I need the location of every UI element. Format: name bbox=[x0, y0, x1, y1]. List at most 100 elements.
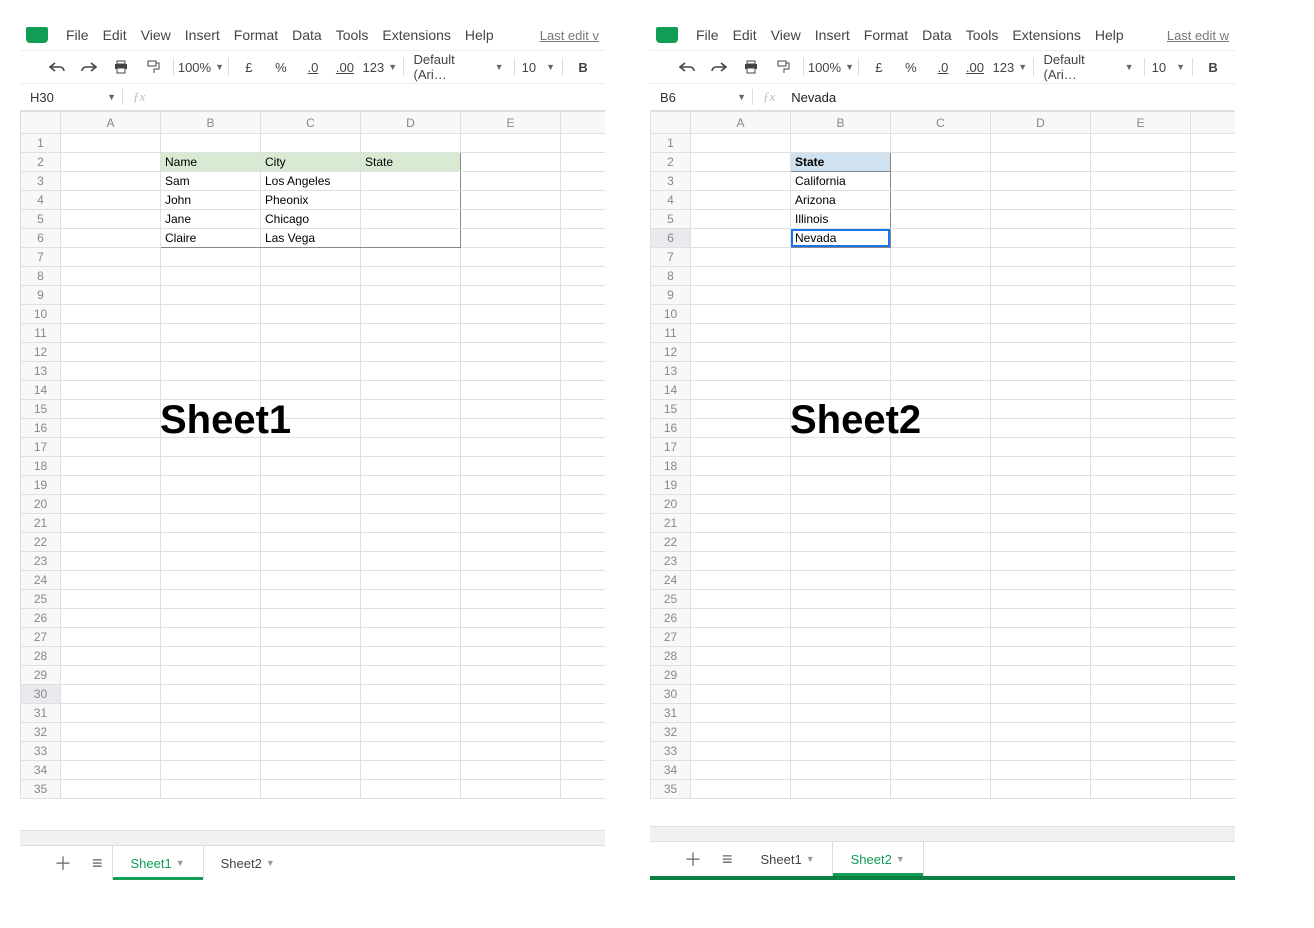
cell-B8[interactable] bbox=[791, 267, 891, 286]
cell-E21[interactable] bbox=[461, 514, 561, 533]
cell-D16[interactable] bbox=[361, 419, 461, 438]
increase-decimal-button[interactable]: .00 bbox=[959, 55, 991, 79]
row-header-15[interactable]: 15 bbox=[21, 400, 61, 419]
cell-E15[interactable] bbox=[461, 400, 561, 419]
cell-C7[interactable] bbox=[261, 248, 361, 267]
cell-B17[interactable] bbox=[161, 438, 261, 457]
cell-D27[interactable] bbox=[361, 628, 461, 647]
cell-extra-34[interactable] bbox=[1191, 761, 1236, 780]
cell-D22[interactable] bbox=[991, 533, 1091, 552]
row-header-25[interactable]: 25 bbox=[21, 590, 61, 609]
menu-edit[interactable]: Edit bbox=[733, 27, 757, 43]
cell-extra-18[interactable] bbox=[561, 457, 606, 476]
cell-B31[interactable] bbox=[161, 704, 261, 723]
cell-D24[interactable] bbox=[991, 571, 1091, 590]
row-header-3[interactable]: 3 bbox=[21, 172, 61, 191]
row-header-32[interactable]: 32 bbox=[651, 723, 691, 742]
cell-B20[interactable] bbox=[791, 495, 891, 514]
cell-E23[interactable] bbox=[1091, 552, 1191, 571]
cell-C34[interactable] bbox=[891, 761, 991, 780]
cell-E14[interactable] bbox=[1091, 381, 1191, 400]
cell-extra-3[interactable] bbox=[1191, 172, 1236, 191]
cell-B22[interactable] bbox=[161, 533, 261, 552]
cell-A20[interactable] bbox=[691, 495, 791, 514]
cell-B28[interactable] bbox=[161, 647, 261, 666]
cell-A27[interactable] bbox=[691, 628, 791, 647]
cell-B14[interactable] bbox=[791, 381, 891, 400]
cell-A25[interactable] bbox=[691, 590, 791, 609]
cell-E33[interactable] bbox=[461, 742, 561, 761]
cell-E1[interactable] bbox=[1091, 134, 1191, 153]
cell-B35[interactable] bbox=[161, 780, 261, 799]
cell-B34[interactable] bbox=[161, 761, 261, 780]
cell-extra-18[interactable] bbox=[1191, 457, 1236, 476]
cell-B27[interactable] bbox=[791, 628, 891, 647]
cell-C11[interactable] bbox=[891, 324, 991, 343]
row-header-11[interactable]: 11 bbox=[21, 324, 61, 343]
row-header-14[interactable]: 14 bbox=[651, 381, 691, 400]
cell-A11[interactable] bbox=[691, 324, 791, 343]
cell-B3[interactable]: California bbox=[791, 172, 891, 191]
cell-extra-2[interactable] bbox=[1191, 153, 1236, 172]
row-header-27[interactable]: 27 bbox=[651, 628, 691, 647]
cell-extra-1[interactable] bbox=[1191, 134, 1236, 153]
zoom-selector[interactable]: 100%▼ bbox=[808, 55, 854, 79]
cell-extra-14[interactable] bbox=[1191, 381, 1236, 400]
row-header-23[interactable]: 23 bbox=[21, 552, 61, 571]
cell-D20[interactable] bbox=[991, 495, 1091, 514]
cell-C19[interactable] bbox=[261, 476, 361, 495]
row-header-11[interactable]: 11 bbox=[651, 324, 691, 343]
cell-extra-21[interactable] bbox=[561, 514, 606, 533]
cell-A31[interactable] bbox=[691, 704, 791, 723]
cell-extra-1[interactable] bbox=[561, 134, 606, 153]
row-header-35[interactable]: 35 bbox=[21, 780, 61, 799]
menu-data[interactable]: Data bbox=[922, 27, 952, 43]
cell-C27[interactable] bbox=[261, 628, 361, 647]
cell-C35[interactable] bbox=[891, 780, 991, 799]
cell-E27[interactable] bbox=[1091, 628, 1191, 647]
cell-A15[interactable] bbox=[691, 400, 791, 419]
cell-B30[interactable] bbox=[791, 685, 891, 704]
row-header-18[interactable]: 18 bbox=[21, 457, 61, 476]
cell-D18[interactable] bbox=[361, 457, 461, 476]
cell-E1[interactable] bbox=[461, 134, 561, 153]
cell-A13[interactable] bbox=[691, 362, 791, 381]
cell-extra-31[interactable] bbox=[561, 704, 606, 723]
cell-D28[interactable] bbox=[361, 647, 461, 666]
horizontal-scrollbar[interactable] bbox=[20, 830, 605, 845]
cell-C14[interactable] bbox=[891, 381, 991, 400]
cell-A29[interactable] bbox=[61, 666, 161, 685]
cell-E35[interactable] bbox=[461, 780, 561, 799]
cell-A7[interactable] bbox=[61, 248, 161, 267]
menu-data[interactable]: Data bbox=[292, 27, 322, 43]
cell-B13[interactable] bbox=[791, 362, 891, 381]
cell-A1[interactable] bbox=[691, 134, 791, 153]
cell-B19[interactable] bbox=[161, 476, 261, 495]
menu-insert[interactable]: Insert bbox=[815, 27, 850, 43]
cell-C16[interactable] bbox=[891, 419, 991, 438]
cell-extra-5[interactable] bbox=[1191, 210, 1236, 229]
row-header-2[interactable]: 2 bbox=[21, 153, 61, 172]
cell-D1[interactable] bbox=[361, 134, 461, 153]
cell-E18[interactable] bbox=[1091, 457, 1191, 476]
cell-extra-30[interactable] bbox=[1191, 685, 1236, 704]
font-selector[interactable]: Default (Ari…▼ bbox=[408, 55, 510, 79]
font-size-selector[interactable]: 10▼ bbox=[1148, 55, 1188, 79]
cell-A12[interactable] bbox=[691, 343, 791, 362]
row-header-16[interactable]: 16 bbox=[651, 419, 691, 438]
cell-D27[interactable] bbox=[991, 628, 1091, 647]
cell-extra-8[interactable] bbox=[561, 267, 606, 286]
cell-C10[interactable] bbox=[891, 305, 991, 324]
cell-D9[interactable] bbox=[361, 286, 461, 305]
cell-D19[interactable] bbox=[991, 476, 1091, 495]
cell-extra-25[interactable] bbox=[1191, 590, 1236, 609]
row-header-4[interactable]: 4 bbox=[21, 191, 61, 210]
row-header-5[interactable]: 5 bbox=[21, 210, 61, 229]
row-header-10[interactable]: 10 bbox=[21, 305, 61, 324]
cell-extra-8[interactable] bbox=[1191, 267, 1236, 286]
cell-B19[interactable] bbox=[791, 476, 891, 495]
cell-A15[interactable] bbox=[61, 400, 161, 419]
row-header-33[interactable]: 33 bbox=[651, 742, 691, 761]
cell-E11[interactable] bbox=[461, 324, 561, 343]
redo-button[interactable] bbox=[73, 55, 105, 79]
